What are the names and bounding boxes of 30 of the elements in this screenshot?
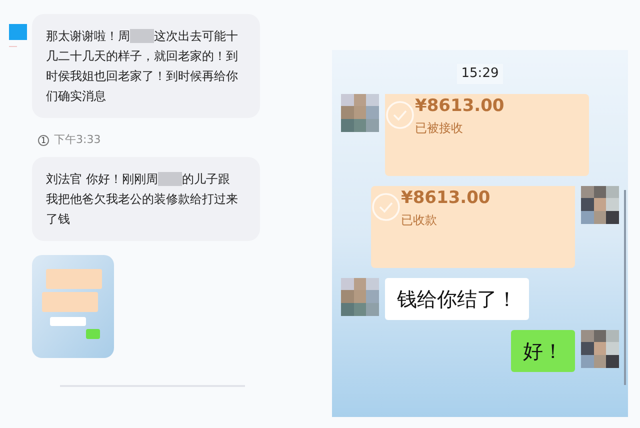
transfer-status: 已收款 xyxy=(401,212,438,229)
message-text: 几二十几天的样子，就回老家的！到 xyxy=(46,48,238,65)
blurred-avatar xyxy=(581,330,619,368)
chat-time: 15:29 xyxy=(457,64,503,84)
chat-screenshot-thumbnail[interactable] xyxy=(32,254,114,358)
transfer-amount: ¥8613.00 xyxy=(401,186,490,210)
message-bubble: 好！ xyxy=(511,330,575,372)
redacted-name xyxy=(130,29,154,43)
timestamp: 下午3:33 xyxy=(54,132,101,148)
blurred-avatar xyxy=(341,278,379,316)
redacted-name xyxy=(158,172,182,186)
blurred-avatar xyxy=(341,94,379,132)
message-bubble: 钱给你结了！ xyxy=(385,278,529,320)
message-text: 的儿子跟 xyxy=(182,170,230,188)
message-text: 那太谢谢啦！周 xyxy=(46,28,130,45)
avatar-icon xyxy=(9,24,27,40)
count-badge: 1 xyxy=(38,134,49,146)
transfer-card[interactable]: ¥8613.00 已被接收 xyxy=(385,94,589,176)
message-text: 这次出去可能十 xyxy=(154,28,238,45)
transfer-amount: ¥8613.00 xyxy=(415,94,504,118)
blurred-avatar xyxy=(581,186,619,224)
message-text: 了钱 xyxy=(46,210,70,228)
message-text: 刘法官 你好！刚刚周 xyxy=(46,170,158,188)
transfer-card[interactable]: ¥8613.00 已收款 xyxy=(371,186,575,268)
transfer-status: 已被接收 xyxy=(415,120,464,137)
message-text: 我把他爸欠我老公的装修款给打过来 xyxy=(46,190,238,208)
check-circle-icon xyxy=(385,100,415,130)
check-circle-icon xyxy=(371,192,401,222)
message-text: 时侯我姐也回老家了！到时候再给你 xyxy=(46,68,238,85)
message-text: 们确实消息 xyxy=(46,88,106,105)
